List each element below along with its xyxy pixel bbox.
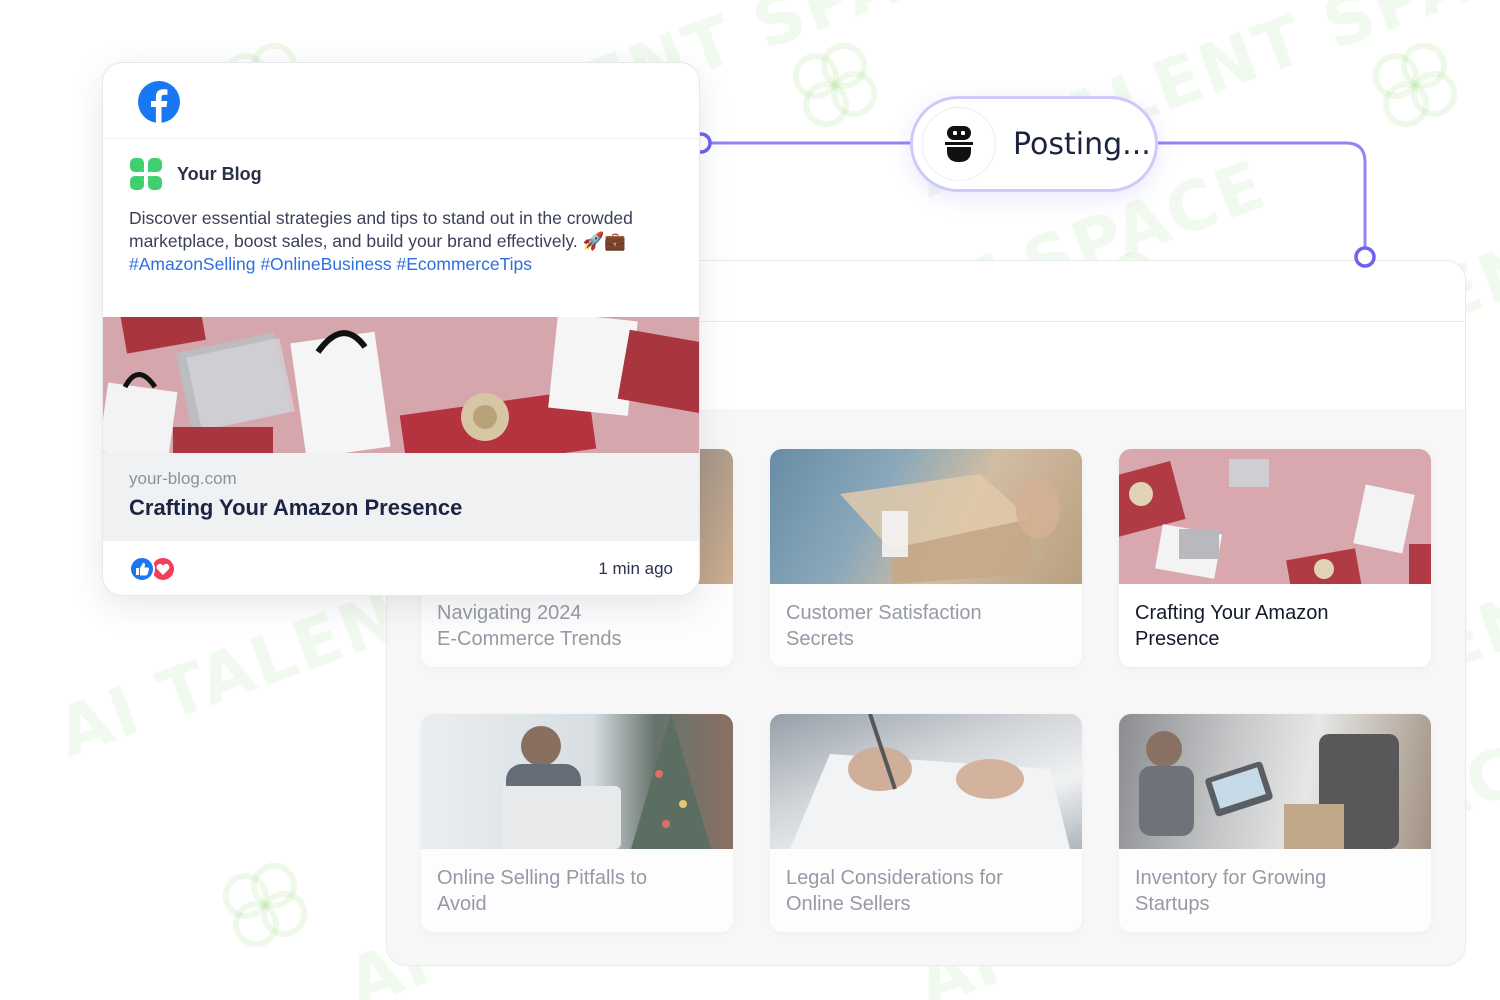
- signing-document-illustration: [790, 714, 1070, 849]
- link-domain: your-blog.com: [129, 469, 237, 488]
- post-author[interactable]: Your Blog: [129, 157, 262, 191]
- watermark-knot-icon: [792, 42, 878, 128]
- posting-status-pill: Posting...: [910, 96, 1158, 192]
- post-body-text: Discover essential strategies and tips t…: [129, 208, 633, 251]
- blog-card-thumbnail: [1119, 714, 1431, 849]
- robot-avatar: [922, 107, 996, 181]
- post-timestamp: 1 min ago: [598, 559, 673, 578]
- post-body: Discover essential strategies and tips t…: [129, 207, 669, 276]
- person-laptop-illustration: [501, 714, 711, 849]
- post-hashtags[interactable]: #AmazonSelling #OnlineBusiness #Ecommerc…: [129, 253, 669, 276]
- blog-card-thumbnail: [770, 714, 1082, 849]
- watermark-knot-icon: [1372, 42, 1458, 128]
- facebook-icon[interactable]: [137, 80, 181, 124]
- warehouse-tablet-illustration: [1139, 731, 1399, 849]
- blog-card-title: Online Selling Pitfalls to Avoid: [437, 867, 648, 915]
- post-image[interactable]: [103, 317, 699, 453]
- watermark-knot-icon: [222, 862, 308, 948]
- clover-logo-icon: [130, 158, 162, 190]
- package-illustration: [840, 474, 1060, 584]
- blog-card[interactable]: Customer Satisfaction Secrets: [770, 449, 1082, 667]
- blog-card-active[interactable]: Crafting Your Amazon Presence: [1119, 449, 1431, 667]
- post-footer: 1 min ago: [103, 541, 699, 595]
- gifts-illustration: [1119, 459, 1431, 584]
- post-author-name: Your Blog: [177, 163, 262, 184]
- posting-status-label: Posting...: [1013, 126, 1151, 162]
- blog-card[interactable]: Online Selling Pitfalls to Avoid: [421, 714, 733, 932]
- blog-card-title: Legal Considerations for Online Sellers: [786, 867, 1003, 915]
- post-link-preview[interactable]: your-blog.com Crafting Your Amazon Prese…: [103, 453, 699, 541]
- facebook-post-card: Your Blog Discover essential strategies …: [102, 62, 700, 596]
- facebook-post-header: [103, 63, 699, 139]
- blog-card-thumbnail: [421, 714, 733, 849]
- link-title[interactable]: Crafting Your Amazon Presence: [129, 495, 462, 521]
- blog-card-thumbnail: [1119, 449, 1431, 584]
- blog-card[interactable]: Inventory for Growing Startups: [1119, 714, 1431, 932]
- reactions[interactable]: [128, 555, 178, 583]
- gifts-illustration: [103, 317, 699, 453]
- blog-card-title: Customer Satisfaction Secrets: [786, 602, 982, 650]
- blog-card-title: Inventory for Growing Startups: [1135, 867, 1327, 915]
- blog-card-title: Crafting Your Amazon Presence: [1135, 602, 1329, 650]
- blog-card[interactable]: Legal Considerations for Online Sellers: [770, 714, 1082, 932]
- blog-card-thumbnail: [770, 449, 1082, 584]
- robot-icon: [945, 126, 973, 162]
- like-icon: [129, 556, 155, 582]
